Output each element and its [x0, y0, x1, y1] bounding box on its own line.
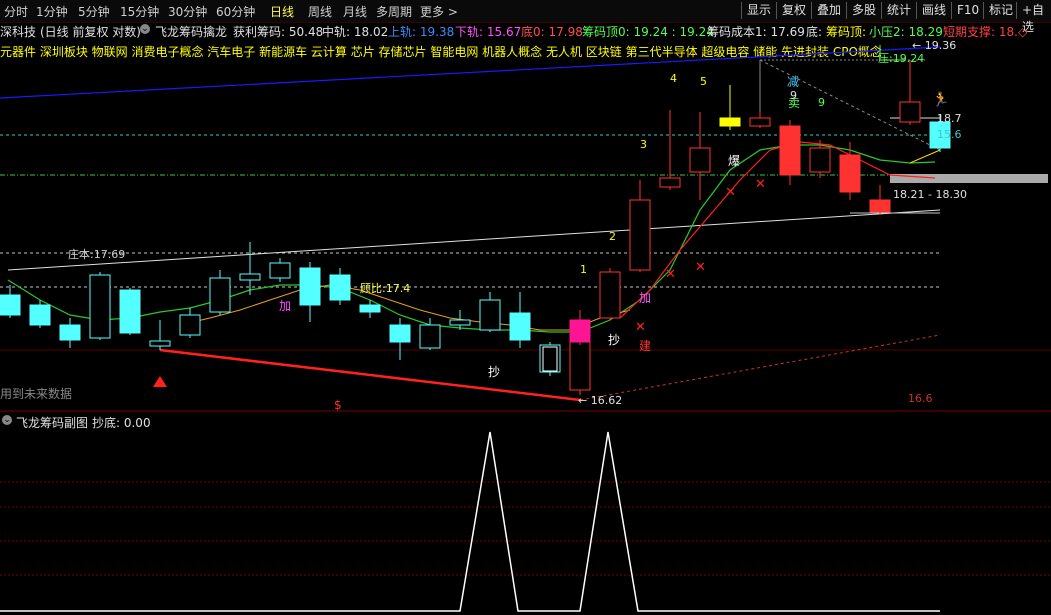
candle-body	[0, 294, 21, 316]
candle-body	[869, 199, 891, 213]
candle-body	[359, 304, 381, 313]
red-ma	[619, 141, 936, 319]
chevron-down-icon[interactable]: ⌄	[2, 415, 12, 425]
future-data-warning: 用到未来数据	[0, 387, 73, 401]
wave-2: 2	[609, 230, 616, 243]
price-187: 18.7	[937, 112, 962, 125]
candle-body	[719, 117, 741, 127]
burst-signal: 爆	[728, 154, 741, 168]
yellow-ma-tail	[909, 149, 941, 164]
candle-body	[419, 324, 441, 349]
pressure-label: 压:19.24	[878, 52, 925, 65]
candle-body	[329, 274, 351, 301]
wave-1: 1	[580, 263, 587, 276]
candle-body	[449, 319, 471, 326]
candle-body	[749, 117, 771, 127]
candle-body	[59, 324, 81, 341]
bottom-fish-signal-1: 抄	[488, 365, 501, 379]
count-9b: 9	[818, 96, 825, 109]
x-signal-icon: ✕	[725, 185, 736, 200]
candle-body	[299, 267, 321, 306]
up-triangle-icon	[153, 376, 167, 387]
candle-body	[149, 340, 171, 347]
candle-body	[179, 314, 201, 336]
zhuangben-label: 庄本:17.69	[68, 248, 126, 261]
candle-body	[689, 147, 711, 173]
candle-body	[839, 154, 861, 193]
candle-body	[269, 262, 291, 279]
x-signal-icon: ✕	[695, 260, 706, 275]
low-166: 16.6	[908, 392, 933, 405]
subchart-title[interactable]: 飞龙筹码副图	[16, 414, 88, 431]
candle-body	[119, 289, 141, 334]
candle-body	[659, 177, 681, 188]
candle-body	[209, 277, 231, 313]
wave-3: 3	[640, 138, 647, 151]
candle-body	[239, 273, 261, 281]
candle-body	[29, 304, 51, 326]
count-9a: 9	[790, 89, 797, 102]
add-signal-2: 加	[639, 291, 652, 305]
white-trend-line	[7, 209, 941, 271]
candle-body	[899, 101, 921, 123]
build-signal: 建	[639, 339, 652, 353]
add-signal-1: 加	[279, 299, 292, 313]
candle-body	[569, 319, 591, 343]
range-label: 18.21 - 18.30	[893, 188, 967, 201]
candlestick-chart[interactable]: ✕ ✕ ✕ ✕ ✕ 🏃	[0, 0, 1051, 615]
candle-body	[809, 147, 831, 173]
reduce-signal: 减	[787, 75, 800, 89]
candles	[0, 60, 951, 395]
x-signal-icon: ✕	[665, 267, 676, 282]
wave-4: 4	[670, 72, 677, 85]
red-dotted-line	[579, 334, 941, 401]
candle-body	[599, 271, 621, 319]
price-156: 15.6	[937, 128, 962, 141]
red-support-line	[159, 348, 581, 402]
candle-body	[629, 199, 651, 271]
x-signal-icon: ✕	[635, 320, 646, 335]
candle-body	[389, 324, 411, 343]
dollar-marker: $	[334, 398, 342, 412]
candle-body	[779, 125, 801, 176]
subchart-value: 抄底: 0.00	[92, 416, 151, 430]
wave-5: 5	[700, 75, 707, 88]
candle-body	[479, 299, 501, 331]
candle-body	[509, 312, 531, 341]
candle-body	[89, 274, 111, 339]
low-1662: ← 16.62	[578, 394, 623, 407]
x-signal-icon: ✕	[755, 177, 766, 192]
bottom-signal-line	[0, 431, 940, 612]
runner-icon: 🏃	[932, 91, 949, 108]
bottom-fish-signal-2: 抄	[608, 333, 621, 347]
guke-label: 顾比:17.4	[360, 282, 411, 295]
price-band	[890, 174, 1048, 183]
